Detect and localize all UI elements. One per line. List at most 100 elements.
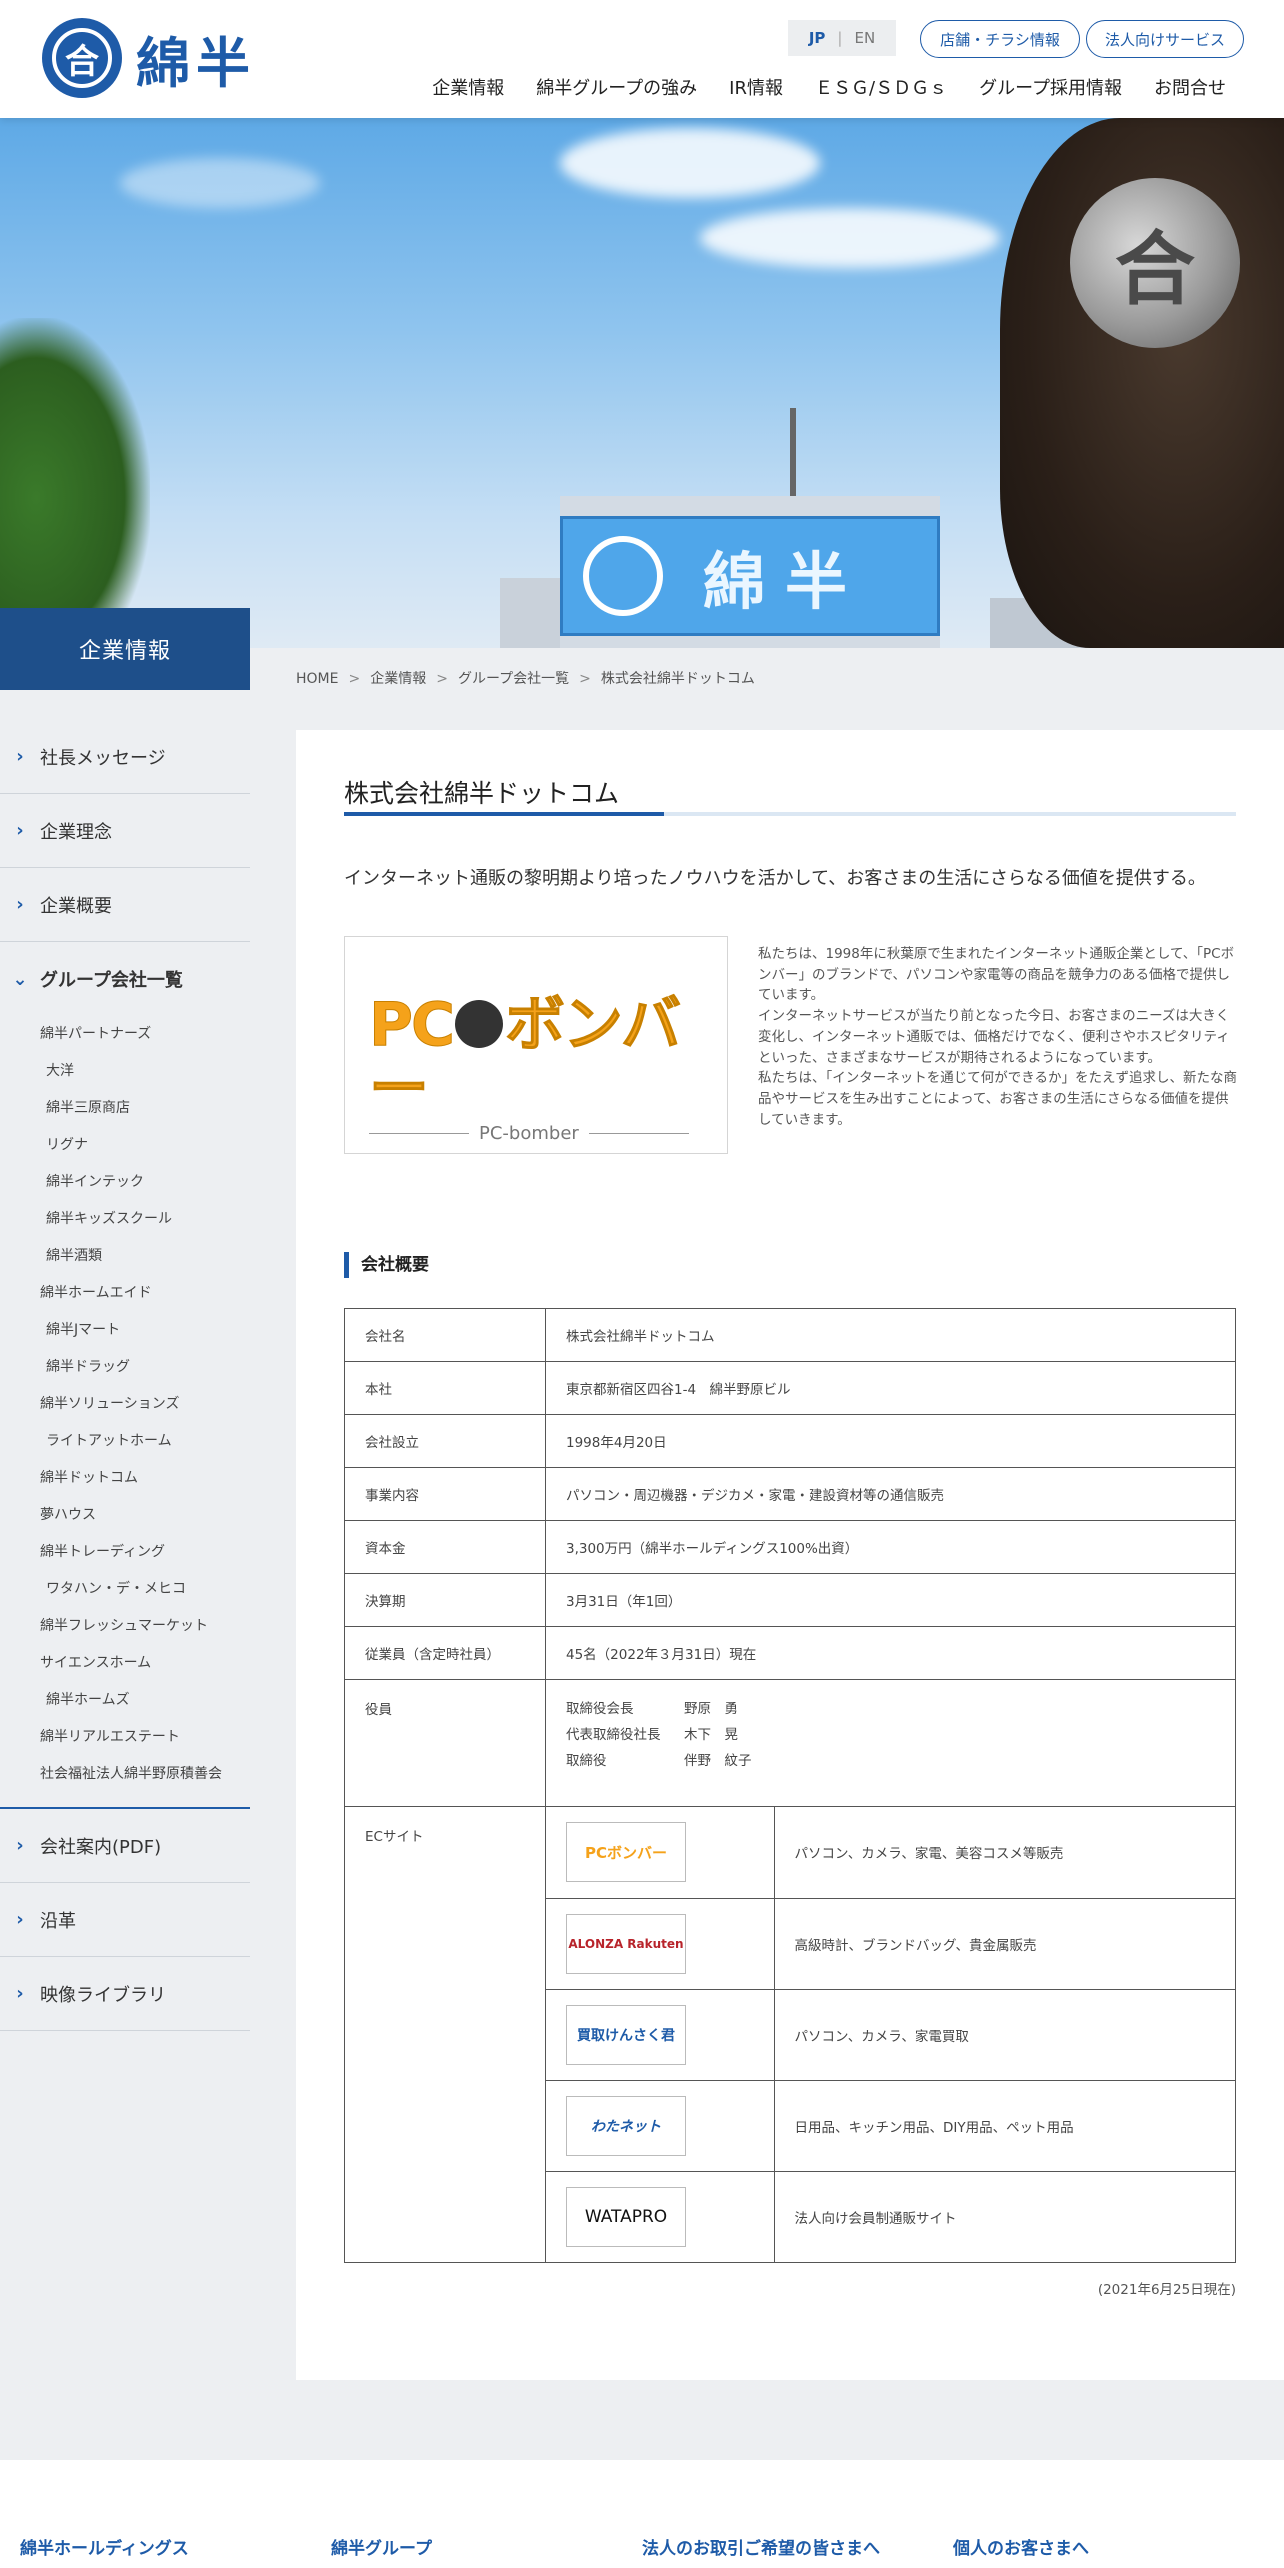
about-text: 私たちは、1998年に秋葉原で生まれたインターネット通販企業として、「PCボンバ… bbox=[758, 944, 1238, 1130]
page-title: 株式会社綿半ドットコム bbox=[344, 779, 620, 808]
chevron-right-icon: › bbox=[16, 820, 24, 841]
ec-site-logo[interactable]: WATAPRO bbox=[566, 2186, 686, 2247]
ec-site-logo[interactable]: 買取けんさく君 bbox=[566, 2004, 686, 2065]
group-company-link[interactable]: 綿半Jマート bbox=[0, 1312, 250, 1349]
chevron-down-icon: ⌄ bbox=[12, 968, 28, 990]
group-company-link[interactable]: 綿半パートナーズ bbox=[0, 1016, 250, 1053]
sidebar-item-message[interactable]: › 社長メッセージ bbox=[0, 720, 250, 794]
table-row: 会社名 株式会社綿半ドットコム bbox=[344, 1308, 1236, 1362]
ec-logo-cell: ALONZA Rakuten bbox=[546, 1898, 775, 1990]
row-label: 従業員（含定時社員） bbox=[344, 1626, 546, 1680]
group-company-link[interactable]: 綿半三原商店 bbox=[0, 1090, 250, 1127]
group-company-link[interactable]: 綿半フレッシュマーケット bbox=[0, 1608, 250, 1645]
group-company-link[interactable]: ワタハン・デ・メヒコ bbox=[0, 1571, 250, 1608]
group-company-link[interactable]: 綿半ドットコム bbox=[0, 1460, 250, 1497]
group-company-link[interactable]: 綿半リアルエステート bbox=[0, 1719, 250, 1756]
footer-business[interactable]: 法人のお取引ご希望の皆さまへ bbox=[642, 2534, 880, 2559]
group-company-link[interactable]: ライトアットホーム bbox=[0, 1423, 250, 1460]
sidebar-item-pdf[interactable]: › 会社案内(PDF) bbox=[0, 1809, 250, 1883]
officer-role: 取締役 bbox=[566, 1753, 607, 1769]
row-label: 会社設立 bbox=[344, 1414, 546, 1468]
sidebar-item-label: 沿革 bbox=[40, 1910, 76, 1932]
group-company-link[interactable]: 綿半ホームズ bbox=[0, 1682, 250, 1719]
group-company-link[interactable]: 綿半キッズスクール bbox=[0, 1201, 250, 1238]
group-company-link[interactable]: 綿半酒類 bbox=[0, 1238, 250, 1275]
group-company-link[interactable]: 綿半ソリューションズ bbox=[0, 1386, 250, 1423]
group-company-link[interactable]: 綿半ドラッグ bbox=[0, 1349, 250, 1386]
bomb-icon bbox=[455, 1000, 504, 1049]
table-row: 会社設立 1998年4月20日 bbox=[344, 1414, 1236, 1468]
logo-sub: PC-bomber bbox=[479, 1123, 579, 1144]
cloud bbox=[700, 208, 1000, 268]
business-service-button[interactable]: 法人向けサービス bbox=[1086, 20, 1244, 58]
nav-corporate[interactable]: 企業情報 bbox=[432, 74, 504, 100]
row-value: 3,300万円（綿半ホールディングス100%出資） bbox=[545, 1520, 1236, 1574]
breadcrumb: HOME > 企業情報 > グループ会社一覧 > 株式会社綿半ドットコム bbox=[296, 668, 755, 688]
row-label: ECサイト bbox=[344, 1806, 546, 2263]
officer-name: 伴野 紋子 bbox=[684, 1753, 752, 1769]
footer-personal[interactable]: 個人のお客さまへ bbox=[953, 2534, 1089, 2559]
table-row: 事業内容 パソコン・周辺機器・デジカメ・家電・建設資材等の通信販売 bbox=[344, 1467, 1236, 1521]
ec-site-row: ALONZA Rakuten 高級時計、ブランドバッグ、貴金属販売 bbox=[546, 1898, 1235, 1990]
sign-emblem-icon bbox=[583, 536, 663, 616]
footer-group[interactable]: 綿半グループ bbox=[331, 2534, 432, 2559]
sidebar-item-philosophy[interactable]: › 企業理念 bbox=[0, 794, 250, 868]
language-switcher: JP | EN bbox=[788, 20, 896, 56]
sidebar-item-video[interactable]: › 映像ライブラリ bbox=[0, 1957, 250, 2031]
nav-recruit[interactable]: グループ採用情報 bbox=[979, 74, 1122, 100]
sidebar-item-label: 会社案内(PDF) bbox=[40, 1836, 162, 1858]
ec-site-desc: 高級時計、ブランドバッグ、貴金属販売 bbox=[774, 1898, 1235, 1990]
logo-emblem-icon: 合 bbox=[42, 18, 122, 98]
officer-name: 野原 勇 bbox=[684, 1701, 738, 1717]
ec-site-logo[interactable]: ALONZA Rakuten bbox=[566, 1913, 686, 1974]
lang-jp-link[interactable]: JP bbox=[809, 29, 826, 47]
nav-esg[interactable]: ＥＳＧ/ＳＤＧｓ bbox=[815, 74, 947, 100]
store-flyer-button[interactable]: 店舗・チラシ情報 bbox=[920, 20, 1080, 58]
antenna bbox=[790, 408, 796, 508]
nav-strengths[interactable]: 綿半グループの強み bbox=[536, 74, 697, 100]
section-title: 会社概要 bbox=[344, 1252, 429, 1278]
breadcrumb-home[interactable]: HOME bbox=[296, 671, 338, 687]
lang-en-link[interactable]: EN bbox=[854, 29, 875, 47]
hero-image: 綿半 合 bbox=[0, 118, 1284, 648]
ec-site-desc: 日用品、キッチン用品、DIY用品、ペット用品 bbox=[774, 2080, 1235, 2172]
sidebar-nav: › 社長メッセージ › 企業理念 › 企業概要 ⌄ グループ会社一覧 綿半パートナーズ大… bbox=[0, 720, 250, 2031]
sidebar-item-history[interactable]: › 沿革 bbox=[0, 1883, 250, 1957]
logo-emblem-glyph: 合 bbox=[52, 28, 112, 88]
row-label: 決算期 bbox=[344, 1573, 546, 1627]
nav-contact[interactable]: お問合せ bbox=[1154, 74, 1226, 100]
breadcrumb-separator: > bbox=[348, 671, 361, 687]
group-company-link[interactable]: 綿半インテック bbox=[0, 1164, 250, 1201]
ec-site-logo[interactable]: PCボンバー bbox=[566, 1822, 686, 1883]
officer-row: 取締役 伴野 紋子 bbox=[566, 1748, 1215, 1774]
chevron-right-icon: › bbox=[16, 1835, 24, 1856]
sidebar-item-overview[interactable]: › 企業概要 bbox=[0, 868, 250, 942]
ec-site-logo[interactable]: わたネット bbox=[566, 2095, 686, 2156]
group-company-link[interactable]: サイエンスホーム bbox=[0, 1645, 250, 1682]
group-company-link[interactable]: 夢ハウス bbox=[0, 1497, 250, 1534]
breadcrumb-group[interactable]: グループ会社一覧 bbox=[458, 671, 569, 687]
row-value: パソコン・周辺機器・デジカメ・家電・建設資材等の通信販売 bbox=[545, 1467, 1236, 1521]
main-content: 株式会社綿半ドットコム インターネット通販の黎明期より培ったノウハウを活かして、… bbox=[296, 730, 1284, 2380]
sidebar-item-label: 企業概要 bbox=[40, 895, 112, 917]
officer-role: 取締役会長 bbox=[566, 1701, 634, 1717]
group-company-link[interactable]: リグナ bbox=[0, 1127, 250, 1164]
group-company-link[interactable]: 綿半ホームエイド bbox=[0, 1275, 250, 1312]
group-company-link[interactable]: 綿半トレーディング bbox=[0, 1534, 250, 1571]
row-value: 株式会社綿半ドットコム bbox=[545, 1308, 1236, 1362]
ec-site-row: WATAPRO 法人向け会員制通販サイト bbox=[546, 2171, 1235, 2262]
footer-holdings[interactable]: 綿半ホールディングス bbox=[20, 2534, 189, 2559]
ec-site-desc: 法人向け会員制通販サイト bbox=[794, 2210, 957, 2227]
title-underline bbox=[344, 812, 1236, 816]
nav-ir[interactable]: IR情報 bbox=[729, 74, 783, 100]
sidebar-item-label: グループ会社一覧 bbox=[40, 970, 183, 991]
sidebar-item-group-companies[interactable]: ⌄ グループ会社一覧 bbox=[0, 942, 250, 1016]
site-logo[interactable]: 合 綿半 bbox=[42, 18, 256, 98]
row-label: 本社 bbox=[344, 1361, 546, 1415]
breadcrumb-separator: > bbox=[579, 671, 591, 687]
breadcrumb-corporate[interactable]: 企業情報 bbox=[370, 671, 426, 687]
group-company-link[interactable]: 大洋 bbox=[0, 1053, 250, 1090]
sidebar-title: 企業情報 bbox=[0, 608, 250, 690]
ec-site-desc: パソコン、カメラ、家電、美容コスメ等販売 bbox=[774, 1807, 1235, 1899]
group-company-link[interactable]: 社会福祉法人綿半野原積善会 bbox=[0, 1756, 250, 1793]
